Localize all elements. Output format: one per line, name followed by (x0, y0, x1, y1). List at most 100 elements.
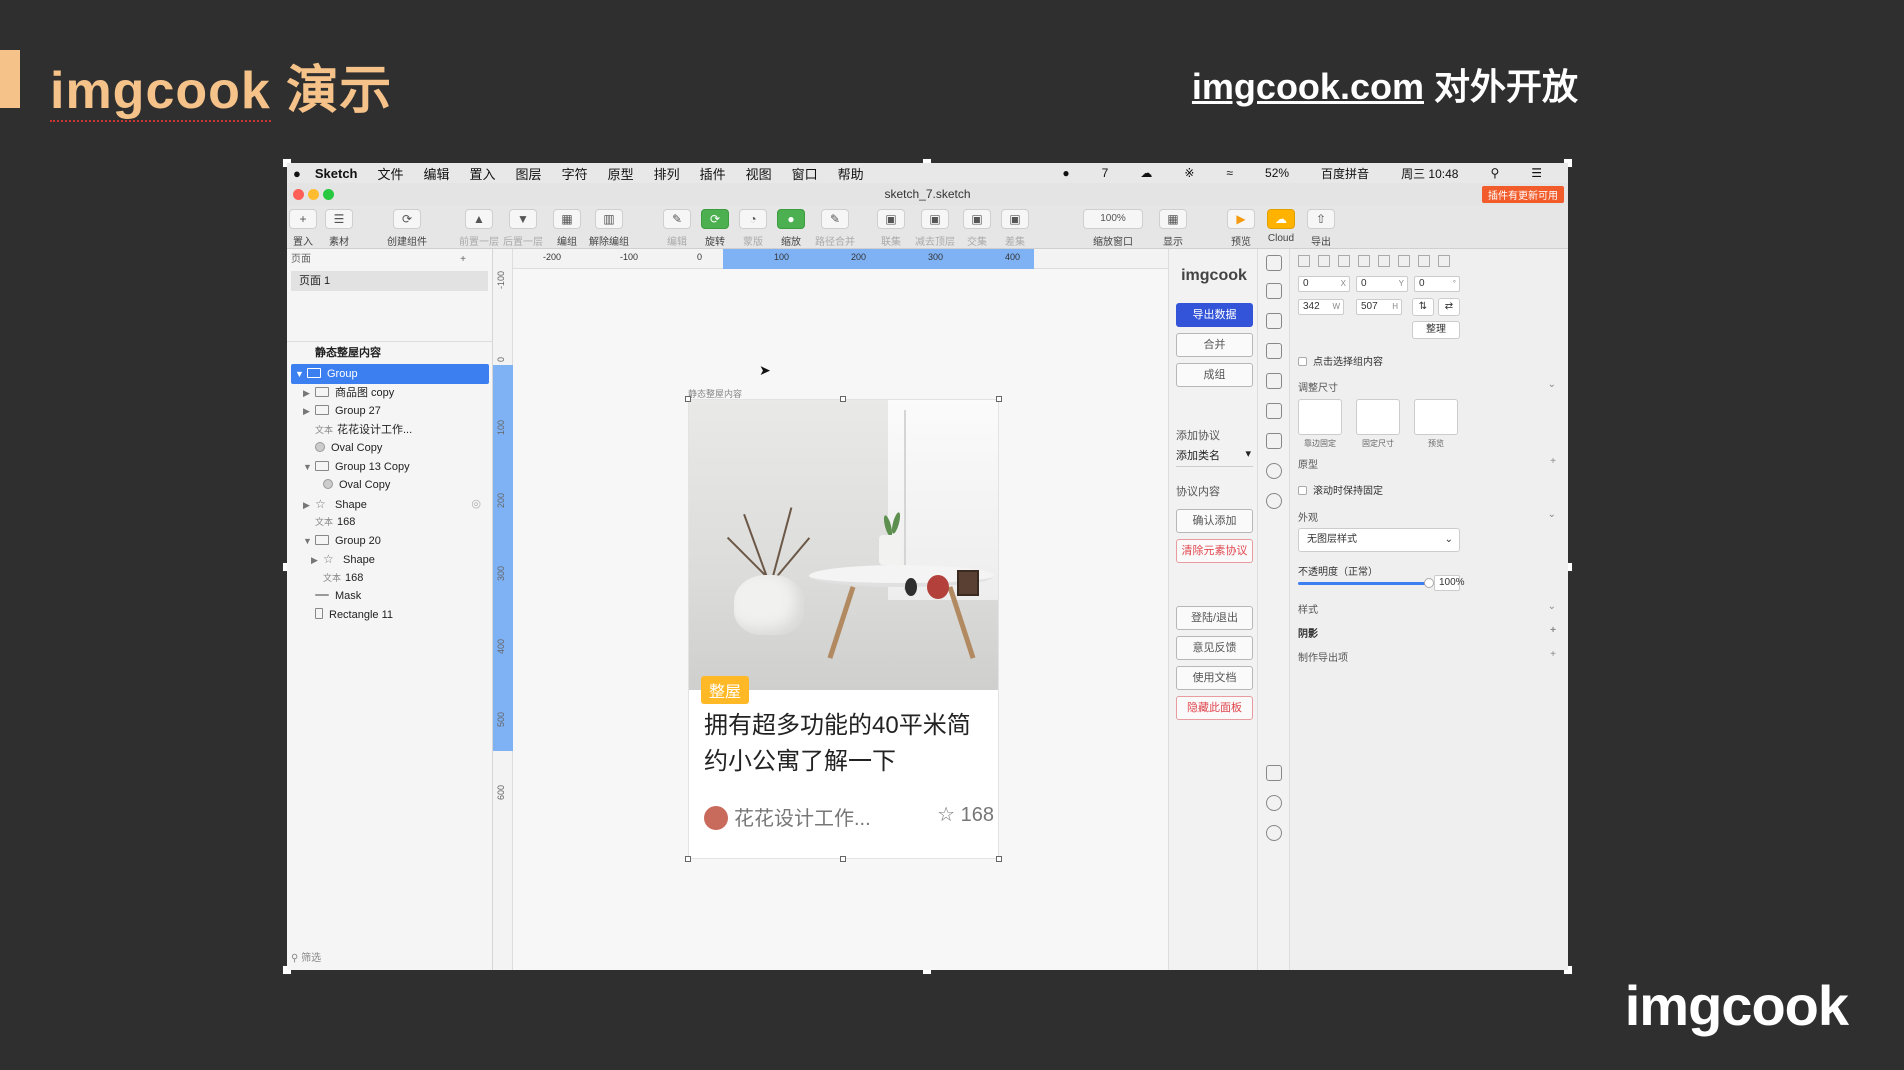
search-icon[interactable]: ⚲ (1490, 166, 1499, 180)
plugin-update-badge[interactable]: 插件有更新可用 (1482, 186, 1564, 203)
align-bottom-icon[interactable] (1398, 255, 1410, 267)
chevron-down-icon[interactable]: ⌄ (1548, 379, 1556, 390)
add-icon[interactable]: + (1550, 456, 1556, 467)
menu-arrange[interactable]: 排列 (654, 164, 680, 183)
disclosure-triangle-icon[interactable]: ▼ (303, 531, 315, 551)
merge-button[interactable]: 合并 (1176, 333, 1253, 357)
apple-icon[interactable]: ● (293, 166, 301, 181)
select-tool-icon[interactable] (1266, 255, 1282, 271)
resize-preview[interactable] (1414, 399, 1458, 435)
y-field[interactable]: 0Y (1356, 276, 1408, 292)
artboard-row[interactable]: 静态整屋内容 (287, 341, 493, 363)
fix-on-scroll-row[interactable]: 滚动时保持固定 (1298, 482, 1560, 497)
layer-style-dropdown[interactable]: 无图层样式 ⌄ (1298, 528, 1460, 552)
library-icon[interactable] (1266, 313, 1282, 329)
component-icon[interactable] (1266, 433, 1282, 449)
group-button[interactable]: ▦ 编组 (553, 209, 581, 248)
layer-row[interactable]: Mask (291, 586, 489, 606)
confirm-add-button[interactable]: 确认添加 (1176, 509, 1253, 533)
opacity-slider[interactable] (1298, 582, 1428, 585)
layer-row[interactable]: ▼ Group 20 (291, 531, 489, 551)
zoom-control[interactable]: 100% 缩放窗口 (1083, 209, 1143, 248)
disclosure-triangle-icon[interactable]: ▼ (303, 457, 315, 477)
ime-label[interactable]: 百度拼音 (1321, 165, 1369, 182)
flip-v-button[interactable]: ⇄ (1438, 298, 1460, 316)
tidy-button[interactable]: 整理 (1412, 321, 1460, 339)
feedback-button[interactable]: 意见反馈 (1176, 636, 1253, 660)
menu-list-icon[interactable]: ☰ (1531, 166, 1542, 180)
notification-badge[interactable]: 7 (1102, 166, 1109, 180)
cloud-icon[interactable]: ☁ (1140, 166, 1152, 180)
zoom-value[interactable]: 100% (1083, 209, 1143, 229)
hide-panel-button[interactable]: 隐藏此面板 (1176, 696, 1253, 720)
width-field[interactable]: 342 W (1298, 299, 1344, 315)
rotate-button[interactable]: ⟳ 旋转 (701, 209, 729, 248)
layout-icon[interactable] (1266, 373, 1282, 389)
height-field[interactable]: 507 H (1356, 299, 1402, 315)
layer-row[interactable]: Oval Copy (291, 475, 489, 495)
click-select-row[interactable]: 点击选择组内容 (1298, 353, 1560, 368)
menu-window[interactable]: 窗口 (792, 164, 818, 183)
layer-row[interactable]: ▶ ☆ Shape ◎ (291, 494, 489, 514)
layer-row[interactable]: ▶ Group 27 (291, 401, 489, 421)
make-group-button[interactable]: 成组 (1176, 363, 1253, 387)
opacity-field[interactable]: 100% (1434, 575, 1465, 591)
gift-icon[interactable] (1266, 765, 1282, 781)
table-icon[interactable] (1266, 403, 1282, 419)
align-top-icon[interactable] (1358, 255, 1370, 267)
click-select-checkbox[interactable] (1298, 357, 1307, 366)
export-data-button[interactable]: 导出数据 (1176, 303, 1253, 327)
mask-button[interactable]: ◔ 蒙版 (739, 209, 767, 248)
add-export-icon[interactable]: + (1550, 649, 1556, 660)
union-button[interactable]: ▣ 联集 (877, 209, 905, 248)
shadow-section[interactable]: 阴影 + (1298, 625, 1560, 640)
filter-field[interactable]: ⚲ 筛选 (291, 949, 321, 964)
align-left-icon[interactable] (1298, 255, 1310, 267)
layer-row[interactable]: Rectangle 11 (291, 605, 489, 625)
layer-row[interactable]: ▶ ☆ Shape (291, 549, 489, 569)
view-button[interactable]: ▦ 显示 (1159, 209, 1187, 248)
appearance-section[interactable]: 外观 ⌄ (1298, 509, 1560, 524)
difference-button[interactable]: ▣ 差集 (1001, 209, 1029, 248)
clock[interactable]: 周三 10:48 (1401, 165, 1458, 182)
selection-handle[interactable] (996, 856, 1002, 862)
pin-edge-option[interactable] (1298, 399, 1342, 435)
layer-row[interactable]: 文本 花花设计工作... (291, 420, 489, 440)
disclosure-triangle-icon[interactable]: ▶ (303, 401, 315, 421)
menu-edit[interactable]: 编辑 (424, 164, 450, 183)
selection-handle[interactable] (685, 396, 691, 402)
intersect-button[interactable]: ▣ 交集 (963, 209, 991, 248)
wifi-icon[interactable]: ≈ (1226, 166, 1233, 180)
backward-button[interactable]: ▼ 后置一层 (503, 209, 543, 248)
menu-plugins[interactable]: 插件 (700, 164, 726, 183)
prototype-section[interactable]: 原型 + (1298, 456, 1560, 471)
add-page-icon[interactable]: + (460, 249, 466, 271)
forward-button[interactable]: ▲ 前置一层 (459, 209, 499, 248)
preview-button[interactable]: ▶ 预览 (1227, 209, 1255, 248)
menu-file[interactable]: 文件 (378, 164, 404, 183)
menu-app[interactable]: Sketch (315, 166, 358, 181)
flip-h-button[interactable]: ⇅ (1412, 298, 1434, 316)
add-shadow-icon[interactable]: + (1550, 625, 1556, 636)
page-item[interactable]: 页面 1 (291, 271, 488, 291)
ungroup-button[interactable]: ▥ 解除编组 (589, 209, 629, 248)
menu-prototype[interactable]: 原型 (608, 164, 634, 183)
distribute-v-icon[interactable] (1438, 255, 1450, 267)
menu-insert[interactable]: 置入 (470, 164, 496, 183)
layer-row[interactable]: 文本 168 (291, 512, 489, 532)
pie-chart-icon[interactable] (1266, 493, 1282, 509)
distribute-h-icon[interactable] (1418, 255, 1430, 267)
insert-button[interactable]: + 置入 (289, 209, 317, 248)
align-right-icon[interactable] (1338, 255, 1350, 267)
scale-button[interactable]: ● 缩放 (777, 209, 805, 248)
subtract-button[interactable]: ▣ 减去顶层 (915, 209, 955, 248)
opacity-slider-knob[interactable] (1424, 578, 1434, 588)
bluetooth-icon[interactable]: ※ (1184, 166, 1194, 180)
battery-text[interactable]: 52% (1265, 166, 1289, 180)
layer-row[interactable]: ▶ 商品图 copy (291, 383, 489, 403)
layer-row[interactable]: ▼ Group (291, 364, 489, 384)
menu-view[interactable]: 视图 (746, 164, 772, 183)
selection-handle[interactable] (685, 856, 691, 862)
content-card[interactable]: 整屋 拥有超多功能的40平米简约小公寓了解一下 花花设计工作... ☆ 168 (688, 399, 999, 859)
inbox-icon[interactable] (1266, 343, 1282, 359)
